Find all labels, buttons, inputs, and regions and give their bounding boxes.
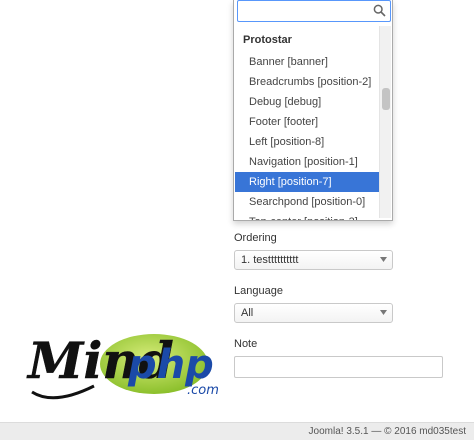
mindphp-logo: Mind php .com [26, 331, 219, 400]
position-search [237, 0, 391, 24]
logo-wordmark: Mind php .com [26, 331, 219, 398]
position-option[interactable]: Navigation [position-1] [235, 152, 380, 172]
position-option[interactable]: Footer [footer] [235, 112, 380, 132]
option-group-label: Protostar [243, 34, 292, 46]
position-option[interactable]: Banner [banner] [235, 52, 380, 72]
ordering-value: 1. testttttttttt [241, 254, 299, 266]
position-search-input[interactable] [237, 0, 391, 22]
position-option[interactable]: Breadcrumbs [position-2] [235, 72, 380, 92]
position-list-scrollbar[interactable] [379, 26, 391, 218]
note-input[interactable] [234, 356, 443, 378]
chevron-down-icon [380, 257, 387, 262]
svg-text:php: php [127, 342, 214, 388]
chevron-down-icon [380, 310, 387, 315]
svg-text:.com: .com [187, 383, 219, 398]
position-option[interactable]: Searchpond [position-0] [235, 192, 380, 212]
search-icon [373, 4, 386, 17]
scrollbar-thumb[interactable] [382, 88, 390, 110]
position-option[interactable]: Left [position-8] [235, 132, 380, 152]
position-option[interactable]: Debug [debug] [235, 92, 380, 112]
note-label: Note [234, 338, 258, 350]
position-option[interactable]: Top-center [position-3] [235, 212, 380, 220]
position-option-selected[interactable]: Right [position-7] [235, 172, 380, 192]
position-dropdown: Protostar Banner [banner] Breadcrumbs [p… [233, 0, 393, 221]
language-label: Language [234, 285, 283, 297]
ordering-select[interactable]: 1. testttttttttt [234, 250, 393, 270]
position-options-list: Protostar Banner [banner] Breadcrumbs [p… [235, 26, 380, 220]
module-edit-panel: Protostar Banner [banner] Breadcrumbs [p… [0, 0, 474, 440]
language-select[interactable]: All [234, 303, 393, 323]
footer-version-text: Joomla! 3.5.1 — © 2016 md035test [308, 426, 466, 437]
ordering-label: Ordering [234, 232, 277, 244]
language-value: All [241, 307, 254, 319]
footer-bar: Joomla! 3.5.1 — © 2016 md035test [0, 422, 474, 440]
